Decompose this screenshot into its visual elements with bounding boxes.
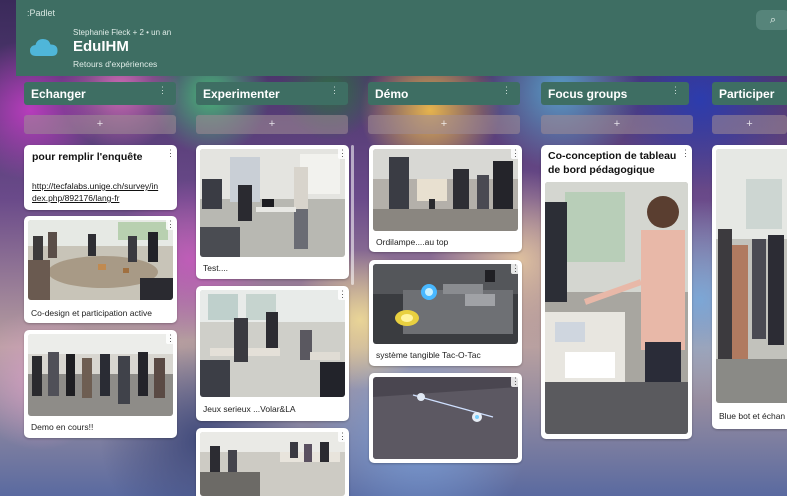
column-header-focus-groups[interactable]: Focus groups ⋮ <box>541 82 689 105</box>
column-title: Focus groups <box>548 87 628 101</box>
post-image <box>28 220 173 300</box>
post-image <box>200 149 345 257</box>
column-menu-icon[interactable]: ⋮ <box>330 85 339 96</box>
column-scrollbar[interactable] <box>351 145 354 285</box>
post-link[interactable]: http://tecfalabs.unige.ch/survey/in dex.… <box>32 180 158 204</box>
padlet-logo[interactable]: :Padlet <box>27 8 55 18</box>
column-header-experimenter[interactable]: Experimenter ⋮ <box>196 82 348 105</box>
post-card-experimenter-3[interactable]: ⋮ <box>196 428 349 496</box>
add-post-button-demo[interactable]: + <box>368 115 520 134</box>
board-author-line[interactable]: Stephanie Fleck + 2 • un an <box>73 28 171 37</box>
card-menu-icon[interactable]: ⋮ <box>338 431 347 442</box>
column-header-echanger[interactable]: Echanger ⋮ <box>24 82 176 105</box>
column-header-demo[interactable]: Démo ⋮ <box>368 82 520 105</box>
card-menu-icon[interactable]: ⋮ <box>166 148 175 159</box>
post-caption: Blue bot et échan <box>719 411 786 421</box>
card-menu-icon[interactable]: ⋮ <box>511 263 520 274</box>
column-menu-icon[interactable]: ⋮ <box>671 85 680 96</box>
board-header: :Padlet ⌕ Stephanie Fleck + 2 • un an Ed… <box>16 0 787 76</box>
post-caption: Co-design et participation active <box>31 308 152 318</box>
column-title: Démo <box>375 87 409 101</box>
post-caption: Test.... <box>203 263 229 273</box>
post-image <box>373 377 518 459</box>
column-header-participer[interactable]: Participer <box>712 82 787 105</box>
post-title-line: de bord pédagogique <box>548 164 655 176</box>
column-menu-icon[interactable]: ⋮ <box>158 85 167 96</box>
post-title-line: Co-conception de tableau <box>548 150 677 162</box>
card-menu-icon[interactable]: ⋮ <box>681 148 690 159</box>
post-caption: Jeux serieux ...Volar&LA <box>203 404 296 414</box>
board-title: EduIHM <box>73 38 129 55</box>
card-menu-icon[interactable]: ⋮ <box>511 148 520 159</box>
post-card-jeux-serieux[interactable]: ⋮ Jeux serieux ...Volar&LA <box>196 286 349 421</box>
card-menu-icon[interactable]: ⋮ <box>166 219 175 230</box>
column-title: Participer <box>719 87 775 101</box>
cloud-icon <box>30 39 58 56</box>
column-title: Experimenter <box>203 87 280 101</box>
post-link-line: dex.php/892176/lang-fr <box>32 193 120 203</box>
add-post-button-experimenter[interactable]: + <box>196 115 348 134</box>
post-card-ordilampe[interactable]: ⋮ Ordilampe....au top <box>369 145 522 252</box>
post-image <box>545 182 688 434</box>
post-image <box>373 264 518 344</box>
post-caption: Ordilampe....au top <box>376 237 449 247</box>
post-card-co-conception[interactable]: ⋮ Co-conception de tableau de bord pédag… <box>541 145 692 439</box>
add-post-button-echanger[interactable]: + <box>24 115 176 134</box>
post-caption: Demo en cours!! <box>31 422 94 432</box>
post-card-test[interactable]: ⋮ Test.... <box>196 145 349 279</box>
board-subtitle: Retours d'expériences <box>73 59 158 69</box>
post-image <box>716 149 787 403</box>
post-image <box>200 290 345 397</box>
card-menu-icon[interactable]: ⋮ <box>511 376 520 387</box>
post-card-demo-3[interactable]: ⋮ <box>369 373 522 463</box>
post-title: pour remplir l'enquête <box>32 151 143 163</box>
post-caption: système tangible Tac-O-Tac <box>376 350 481 360</box>
post-card-co-design[interactable]: ⋮ Co-design et participation active <box>24 216 177 323</box>
post-title: Co-conception de tableau de bord pédagog… <box>548 149 676 177</box>
post-image <box>200 432 345 496</box>
search-button[interactable]: ⌕ <box>756 10 787 30</box>
post-card-demo-en-cours[interactable]: ⋮ Demo en cours!! <box>24 330 177 438</box>
card-menu-icon[interactable]: ⋮ <box>338 148 347 159</box>
column-title: Echanger <box>31 87 86 101</box>
post-image <box>373 149 518 231</box>
add-post-button-participer[interactable]: + <box>712 115 787 134</box>
column-menu-icon[interactable]: ⋮ <box>502 85 511 96</box>
post-link-line: http://tecfalabs.unige.ch/survey/in <box>32 181 159 191</box>
post-image <box>28 334 173 416</box>
post-card-enquete[interactable]: ⋮ pour remplir l'enquête http://tecfalab… <box>24 145 177 210</box>
post-card-tac-o-tac[interactable]: ⋮ système tangible Tac-O-Tac <box>369 260 522 366</box>
add-post-button-focus-groups[interactable]: + <box>541 115 693 134</box>
post-card-blue-bot[interactable]: Blue bot et échan <box>712 145 787 429</box>
card-menu-icon[interactable]: ⋮ <box>338 289 347 300</box>
card-menu-icon[interactable]: ⋮ <box>166 333 175 344</box>
search-icon: ⌕ <box>769 14 777 26</box>
